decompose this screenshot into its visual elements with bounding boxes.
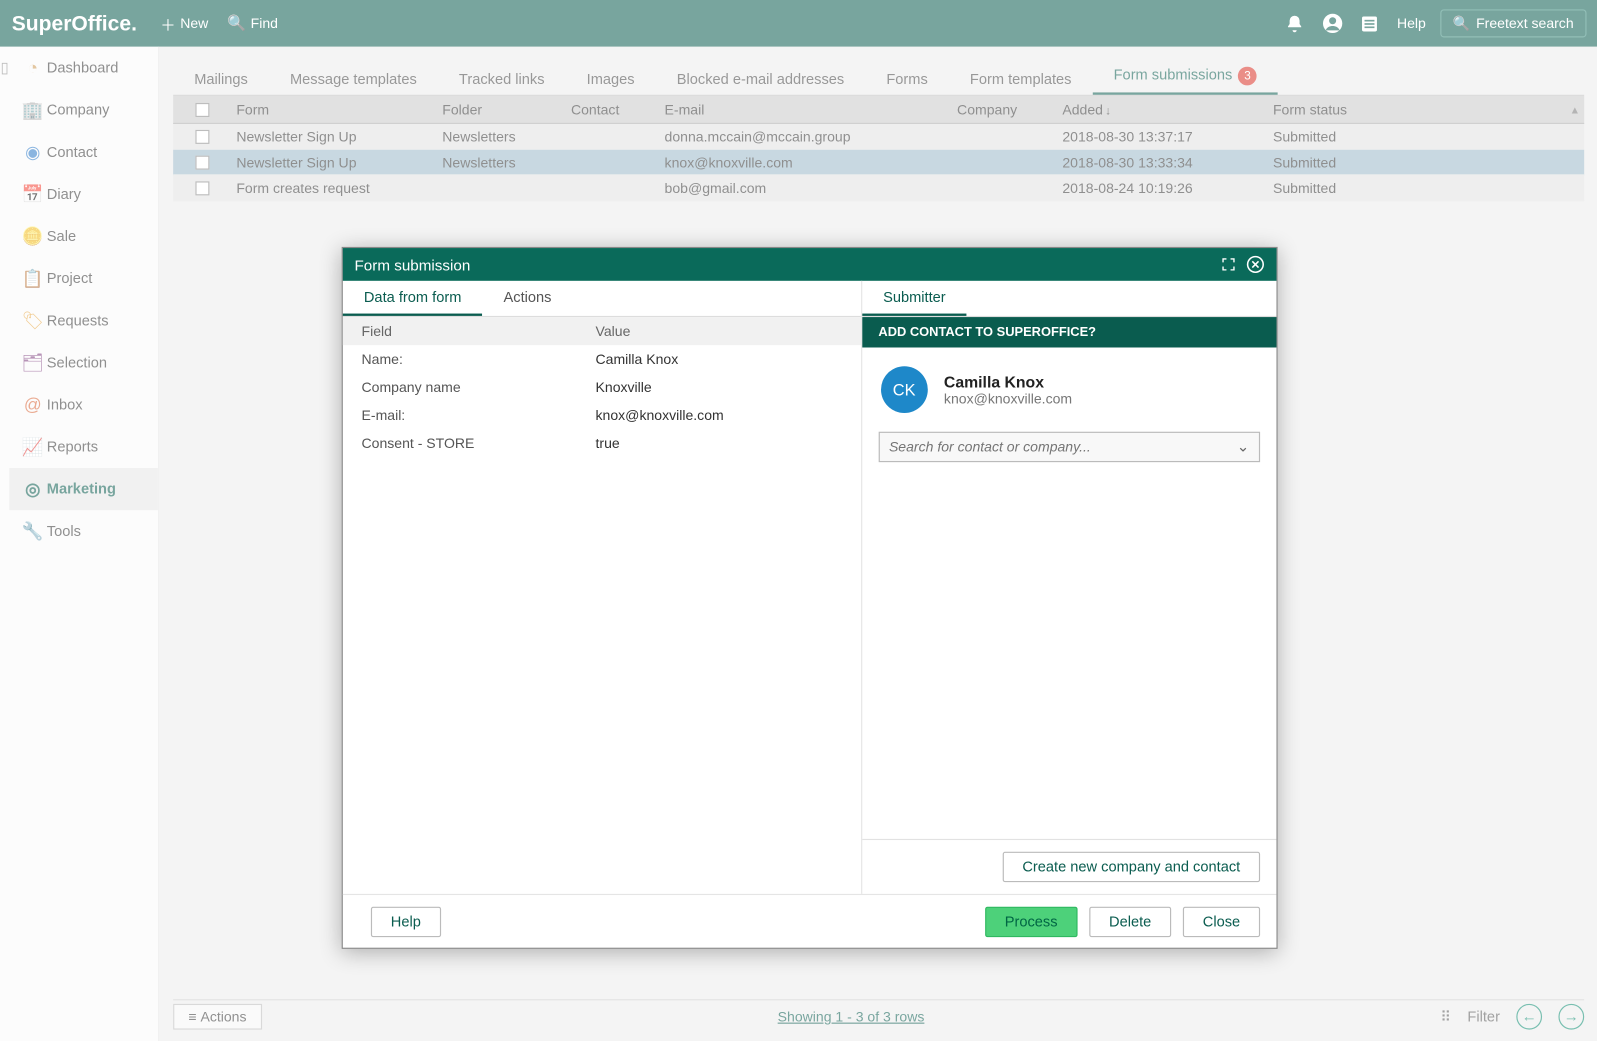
- avatar: CK: [881, 366, 928, 413]
- chevron-down-icon[interactable]: ⌄: [1237, 438, 1250, 457]
- field-value: Knoxville: [596, 379, 652, 395]
- field-label: Company name: [362, 379, 596, 395]
- dialog-left-pane: Data from form Actions Field Value Name:…: [343, 281, 862, 894]
- contact-card: CK Camilla Knox knox@knoxville.com: [862, 347, 1276, 431]
- field-label: Name:: [362, 351, 596, 367]
- form-field-row: Company nameKnoxville: [343, 373, 861, 401]
- contact-search[interactable]: ⌄: [878, 432, 1260, 462]
- field-value: true: [596, 435, 620, 451]
- contact-name: Camilla Knox: [944, 373, 1072, 391]
- field-header: Field: [362, 323, 596, 339]
- dialog-titlebar: Form submission: [343, 248, 1277, 281]
- add-contact-banner: ADD CONTACT TO SUPEROFFICE?: [862, 317, 1276, 347]
- field-value: Camilla Knox: [596, 351, 679, 367]
- tab-actions[interactable]: Actions: [482, 281, 572, 316]
- contact-email: knox@knoxville.com: [944, 390, 1072, 406]
- field-label: Consent - STORE: [362, 435, 596, 451]
- expand-icon[interactable]: [1220, 256, 1236, 272]
- field-value: knox@knoxville.com: [596, 407, 724, 423]
- dialog-right-pane: Submitter ADD CONTACT TO SUPEROFFICE? CK…: [862, 281, 1276, 894]
- dialog-title: Form submission: [355, 256, 471, 274]
- delete-button[interactable]: Delete: [1089, 906, 1171, 936]
- dialog-footer: Help Process Delete Close: [343, 894, 1277, 948]
- process-button[interactable]: Process: [985, 906, 1078, 936]
- close-button[interactable]: Close: [1183, 906, 1260, 936]
- field-label: E-mail:: [362, 407, 596, 423]
- form-field-row: E-mail:knox@knoxville.com: [343, 401, 861, 429]
- form-field-row: Name:Camilla Knox: [343, 345, 861, 373]
- value-header: Value: [596, 323, 631, 339]
- tab-data-from-form[interactable]: Data from form: [343, 281, 483, 316]
- close-icon[interactable]: [1246, 255, 1265, 274]
- contact-search-input[interactable]: [889, 439, 1237, 455]
- form-submission-dialog: Form submission Data from form Actions F…: [342, 247, 1278, 949]
- form-field-row: Consent - STOREtrue: [343, 429, 861, 457]
- help-button[interactable]: Help: [371, 906, 441, 936]
- create-company-contact-button[interactable]: Create new company and contact: [1002, 852, 1260, 882]
- tab-submitter[interactable]: Submitter: [862, 281, 967, 316]
